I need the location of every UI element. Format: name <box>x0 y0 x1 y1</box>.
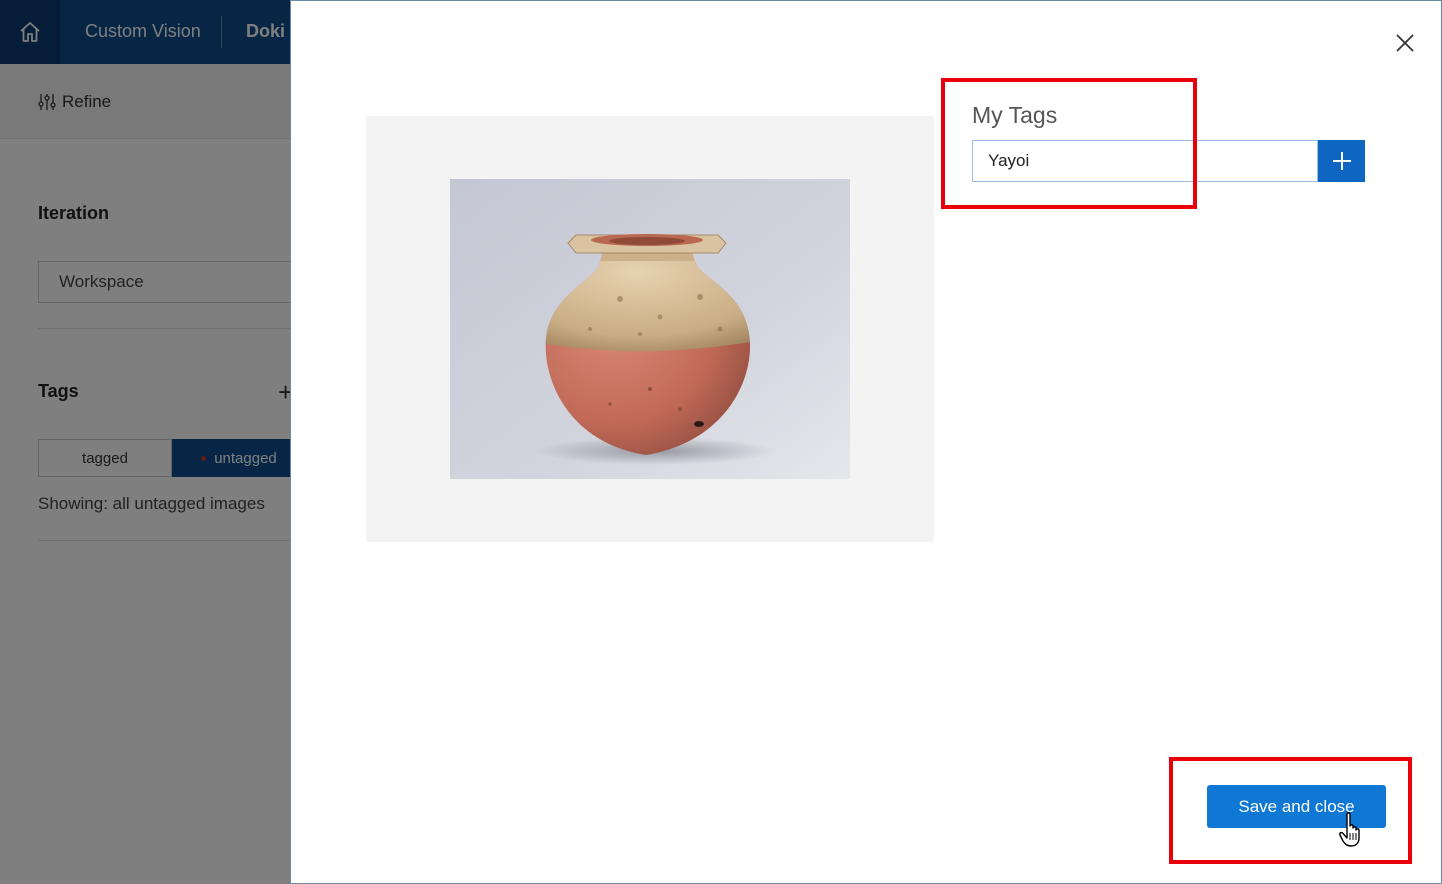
image-preview-frame <box>366 116 934 542</box>
image-detail-dialog: My Tags Save and close <box>290 0 1442 884</box>
pottery-image <box>450 179 850 479</box>
close-icon[interactable] <box>1391 29 1419 57</box>
hand-pointer-icon <box>1339 812 1360 847</box>
plus-icon <box>1332 152 1351 170</box>
add-tag-button[interactable] <box>1318 140 1365 182</box>
tags-highlight-box <box>941 78 1197 209</box>
save-highlight-box <box>1169 757 1412 864</box>
